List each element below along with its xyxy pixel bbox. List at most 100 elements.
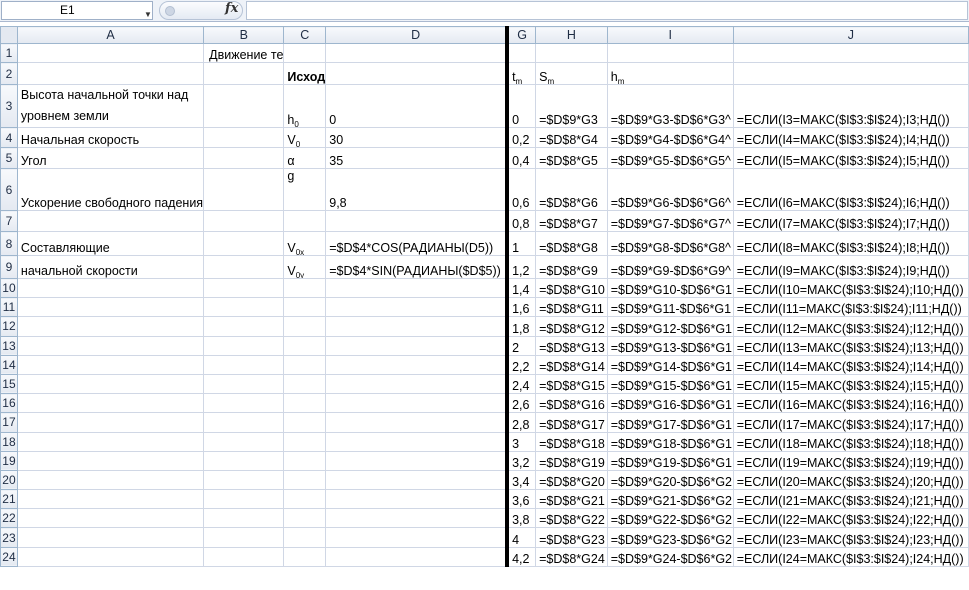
cell-i22[interactable]: =$D$9*G22-$D$6*G2 <box>606 508 734 529</box>
row-header[interactable]: 8 <box>0 231 18 256</box>
cell-a4[interactable]: Начальная скорость <box>16 127 205 148</box>
cell-g19[interactable]: 3,2 <box>505 450 537 471</box>
cell-g4[interactable]: 0,2 <box>505 127 537 148</box>
cell-g11[interactable]: 1,6 <box>505 297 537 318</box>
cell-i8[interactable]: =$D$9*G8-$D$6*G8^ <box>606 231 734 256</box>
cell-g15[interactable]: 2,4 <box>505 373 537 395</box>
column-header-b[interactable]: B <box>203 26 285 44</box>
cell-h15[interactable]: =$D$8*G15 <box>535 373 608 395</box>
cell-h5[interactable]: =$D$8*G5 <box>535 147 608 169</box>
cell-b13[interactable] <box>203 335 285 356</box>
cell-c12[interactable] <box>283 316 327 337</box>
cell-a15[interactable] <box>16 373 205 395</box>
cell-a5[interactable]: Угол <box>16 147 205 169</box>
cell-j18[interactable]: =ЕСЛИ(I18=МАКС($I$3:$I$24);I18;НД()) <box>732 431 969 452</box>
cell-b12[interactable] <box>203 316 285 337</box>
cell-c16[interactable] <box>283 393 327 414</box>
cell-b19[interactable] <box>203 450 285 471</box>
cell-g1[interactable] <box>505 43 537 63</box>
cell-j3[interactable]: =ЕСЛИ(I3=МАКС($I$3:$I$24);I3;НД()) <box>732 84 969 128</box>
cell-h10[interactable]: =$D$8*G10 <box>535 277 608 299</box>
column-header-a[interactable]: A <box>16 26 205 44</box>
row-header[interactable]: 12 <box>0 316 18 337</box>
column-header-h[interactable]: H <box>535 26 608 44</box>
cell-c18[interactable] <box>283 431 327 452</box>
cell-j24[interactable]: =ЕСЛИ(I24=МАКС($I$3:$I$24);I24;НД()) <box>732 546 969 567</box>
formula-input[interactable] <box>246 1 968 20</box>
cell-b5[interactable] <box>203 147 285 169</box>
cell-d12[interactable] <box>325 316 508 337</box>
cell-h9[interactable]: =$D$8*G9 <box>535 255 608 279</box>
cell-i20[interactable]: =$D$9*G20-$D$6*G2 <box>606 469 734 491</box>
cell-d14[interactable] <box>325 354 508 375</box>
cell-a18[interactable] <box>16 431 205 452</box>
cell-i14[interactable]: =$D$9*G14-$D$6*G1 <box>606 354 734 375</box>
cell-g22[interactable]: 3,8 <box>505 508 537 529</box>
cell-b6[interactable] <box>203 168 285 211</box>
cell-h3[interactable]: =$D$9*G3 <box>535 84 608 128</box>
cell-d20[interactable] <box>325 469 508 491</box>
cell-c6[interactable]: g <box>283 168 327 211</box>
cell-c9[interactable]: V0y <box>283 255 327 279</box>
cell-b3[interactable] <box>203 84 285 128</box>
cell-g14[interactable]: 2,2 <box>505 354 537 375</box>
cell-g8[interactable]: 1 <box>505 231 537 256</box>
cell-c2[interactable]: Исход <box>283 62 327 85</box>
cell-b22[interactable] <box>203 508 285 529</box>
cell-b10[interactable] <box>203 277 285 299</box>
cell-b23[interactable] <box>203 527 285 548</box>
cell-h20[interactable]: =$D$8*G20 <box>535 469 608 491</box>
cell-d11[interactable] <box>325 297 508 318</box>
cell-b8[interactable] <box>203 231 285 256</box>
cell-d18[interactable] <box>325 431 508 452</box>
cell-h4[interactable]: =$D$8*G4 <box>535 127 608 148</box>
cell-b18[interactable] <box>203 431 285 452</box>
cell-c21[interactable] <box>283 489 327 510</box>
row-header[interactable]: 22 <box>0 508 18 529</box>
cell-j14[interactable]: =ЕСЛИ(I14=МАКС($I$3:$I$24);I14;НД()) <box>732 354 969 375</box>
cell-i2[interactable]: hm <box>606 62 734 85</box>
cell-g6[interactable]: 0,6 <box>505 168 537 211</box>
select-all-corner[interactable] <box>0 26 18 44</box>
cell-a2[interactable] <box>16 62 205 85</box>
cell-g9[interactable]: 1,2 <box>505 255 537 279</box>
cell-a22[interactable] <box>16 508 205 529</box>
cell-h11[interactable]: =$D$8*G11 <box>535 297 608 318</box>
cell-h22[interactable]: =$D$8*G22 <box>535 508 608 529</box>
cell-i15[interactable]: =$D$9*G15-$D$6*G1 <box>606 373 734 395</box>
cell-h13[interactable]: =$D$8*G13 <box>535 335 608 356</box>
row-header[interactable]: 7 <box>0 210 18 232</box>
cell-c14[interactable] <box>283 354 327 375</box>
cell-g3[interactable]: 0 <box>505 84 537 128</box>
cell-c23[interactable] <box>283 527 327 548</box>
cell-g16[interactable]: 2,6 <box>505 393 537 414</box>
cell-c8[interactable]: V0x <box>283 231 327 256</box>
cell-d16[interactable] <box>325 393 508 414</box>
cell-g20[interactable]: 3,4 <box>505 469 537 491</box>
cell-g7[interactable]: 0,8 <box>505 210 537 232</box>
cell-h21[interactable]: =$D$8*G21 <box>535 489 608 510</box>
cell-h18[interactable]: =$D$8*G18 <box>535 431 608 452</box>
cell-c1[interactable] <box>283 43 327 63</box>
row-header[interactable]: 5 <box>0 147 18 169</box>
cell-h6[interactable]: =$D$8*G6 <box>535 168 608 211</box>
cell-h2[interactable]: Sm <box>535 62 608 85</box>
row-header[interactable]: 1 <box>0 43 18 63</box>
cell-d17[interactable] <box>325 412 508 433</box>
cell-b20[interactable] <box>203 469 285 491</box>
cell-b4[interactable] <box>203 127 285 148</box>
row-header[interactable]: 21 <box>0 489 18 510</box>
cell-b16[interactable] <box>203 393 285 414</box>
cell-c24[interactable] <box>283 546 327 567</box>
cell-a12[interactable] <box>16 316 205 337</box>
cell-g5[interactable]: 0,4 <box>505 147 537 169</box>
cell-a9[interactable]: начальной скорости <box>16 255 205 279</box>
cell-i17[interactable]: =$D$9*G17-$D$6*G1 <box>606 412 734 433</box>
row-header[interactable]: 20 <box>0 469 18 491</box>
cell-j20[interactable]: =ЕСЛИ(I20=МАКС($I$3:$I$24);I20;НД()) <box>732 469 969 491</box>
cell-j19[interactable]: =ЕСЛИ(I19=МАКС($I$3:$I$24);I19;НД()) <box>732 450 969 471</box>
cell-i18[interactable]: =$D$9*G18-$D$6*G1 <box>606 431 734 452</box>
row-header[interactable]: 16 <box>0 393 18 414</box>
cell-j7[interactable]: =ЕСЛИ(I7=МАКС($I$3:$I$24);I7;НД()) <box>732 210 969 232</box>
cell-a3[interactable]: Высота начальной точки над уровнем земли <box>16 84 205 128</box>
